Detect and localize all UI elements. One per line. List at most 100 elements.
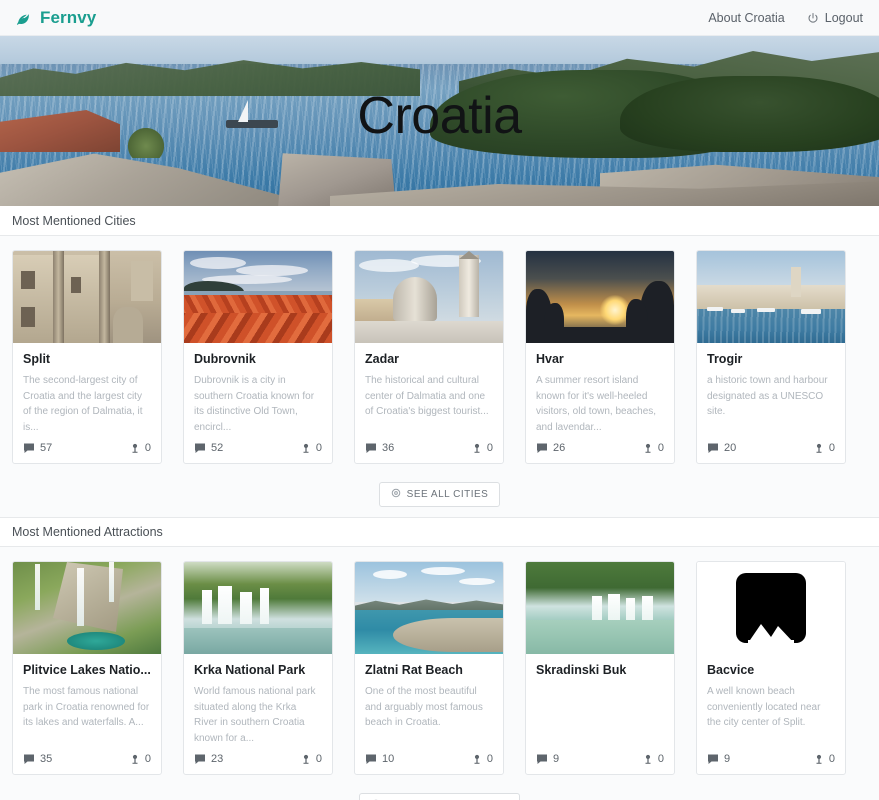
pin-count: 0: [814, 442, 835, 454]
comment-count: 52: [194, 442, 223, 454]
card-image-dubrovnik: [184, 251, 332, 343]
comment-count: 57: [23, 442, 52, 454]
card-description: The second-largest city of Croatia and t…: [23, 373, 151, 435]
target-icon: [391, 488, 401, 501]
pin-count: 0: [472, 442, 493, 454]
brand-name: Fernvy: [40, 8, 96, 28]
card-footer: 57 0: [13, 435, 161, 463]
nav-link-logout[interactable]: Logout: [807, 11, 863, 25]
card-title: Krka National Park: [194, 663, 322, 677]
pin-count-value: 0: [316, 442, 322, 454]
pin-count: 0: [301, 442, 322, 454]
section-heading-label: Most Mentioned Attractions: [12, 525, 163, 539]
comment-icon: [365, 753, 377, 765]
section-heading-attractions: Most Mentioned Attractions: [0, 517, 879, 547]
pin-count-value: 0: [145, 442, 151, 454]
card-zadar[interactable]: Zadar The historical and cultural center…: [354, 250, 504, 464]
card-footer: 9 0: [526, 746, 674, 774]
card-description: One of the most beautiful and arguably m…: [365, 684, 493, 731]
nav-link-about-croatia[interactable]: About Croatia: [708, 11, 784, 25]
comment-count-value: 23: [211, 753, 223, 765]
comment-count-value: 9: [724, 753, 730, 765]
see-all-attractions-bar: SEE ALL ATTRACTIONS: [0, 785, 879, 800]
nav-link-label: About Croatia: [708, 11, 784, 25]
map-pin-icon: [301, 753, 311, 765]
cities-cards-wrap: Split The second-largest city of Croatia…: [0, 236, 879, 474]
card-title: Zadar: [365, 352, 493, 366]
pin-count: 0: [130, 753, 151, 765]
pin-count-value: 0: [829, 753, 835, 765]
card-zlatni-rat-beach[interactable]: Zlatni Rat Beach One of the most beautif…: [354, 561, 504, 775]
comment-count: 35: [23, 753, 52, 765]
brand-logo[interactable]: Fernvy: [16, 8, 96, 28]
card-split[interactable]: Split The second-largest city of Croatia…: [12, 250, 162, 464]
card-image-hvar: [526, 251, 674, 343]
card-hvar[interactable]: Hvar A summer resort island known for it…: [525, 250, 675, 464]
card-description: World famous national park situated alon…: [194, 684, 322, 746]
section-heading-label: Most Mentioned Cities: [12, 214, 136, 228]
card-description: The most famous national park in Croatia…: [23, 684, 151, 731]
nav-link-label: Logout: [825, 11, 863, 25]
comment-count-value: 26: [553, 442, 565, 454]
card-title: Plitvice Lakes Natio...: [23, 663, 151, 677]
pin-count: 0: [643, 753, 664, 765]
pin-count: 0: [301, 753, 322, 765]
card-title: Bacvice: [707, 663, 835, 677]
comment-count: 9: [707, 753, 730, 765]
card-footer: 20 0: [697, 435, 845, 463]
card-title: Split: [23, 352, 151, 366]
hero-title: Croatia: [0, 86, 879, 146]
card-skradinski-buk[interactable]: Skradinski Buk 9 0: [525, 561, 675, 775]
card-description: A well known beach conveniently located …: [707, 684, 835, 731]
card-plitvice-lakes[interactable]: Plitvice Lakes Natio... The most famous …: [12, 561, 162, 775]
card-description: a historic town and harbour designated a…: [707, 373, 835, 420]
comment-count-value: 9: [553, 753, 559, 765]
card-title: Hvar: [536, 352, 664, 366]
pin-count-value: 0: [145, 753, 151, 765]
map-pin-icon: [130, 442, 140, 454]
card-image-plitvice: [13, 562, 161, 654]
card-image-zadar: [355, 251, 503, 343]
card-krka-national-park[interactable]: Krka National Park World famous national…: [183, 561, 333, 775]
card-footer: 52 0: [184, 435, 332, 463]
comment-count-value: 35: [40, 753, 52, 765]
card-image-trogir: [697, 251, 845, 343]
card-footer: 9 0: [697, 746, 845, 774]
attractions-cards-wrap: Plitvice Lakes Natio... The most famous …: [0, 547, 879, 785]
pin-count-value: 0: [316, 753, 322, 765]
card-footer: 35 0: [13, 746, 161, 774]
see-all-attractions-button[interactable]: SEE ALL ATTRACTIONS: [359, 793, 520, 800]
card-title: Trogir: [707, 352, 835, 366]
see-all-cities-button[interactable]: SEE ALL CITIES: [379, 482, 501, 507]
see-all-cities-label: SEE ALL CITIES: [407, 489, 489, 500]
comment-icon: [23, 442, 35, 454]
card-image-bacvice: [697, 562, 845, 654]
hero-banner: Croatia: [0, 36, 879, 206]
card-dubrovnik[interactable]: Dubrovnik Dubrovnik is a city in souther…: [183, 250, 333, 464]
card-title: Dubrovnik: [194, 352, 322, 366]
pin-count-value: 0: [829, 442, 835, 454]
image-placeholder-icon: [697, 562, 845, 654]
card-trogir[interactable]: Trogir a historic town and harbour desig…: [696, 250, 846, 464]
map-pin-icon: [301, 442, 311, 454]
card-image-krka: [184, 562, 332, 654]
comment-count: 20: [707, 442, 736, 454]
leaf-icon: [16, 9, 33, 26]
see-all-cities-bar: SEE ALL CITIES: [0, 474, 879, 517]
map-pin-icon: [130, 753, 140, 765]
card-bacvice[interactable]: Bacvice A well known beach conveniently …: [696, 561, 846, 775]
card-image-zlatni-rat: [355, 562, 503, 654]
map-pin-icon: [472, 753, 482, 765]
comment-count: 23: [194, 753, 223, 765]
comment-count-value: 57: [40, 442, 52, 454]
pin-count-value: 0: [658, 442, 664, 454]
pin-count: 0: [643, 442, 664, 454]
comment-count-value: 20: [724, 442, 736, 454]
card-description: A summer resort island known for it's we…: [536, 373, 664, 435]
comment-count: 10: [365, 753, 394, 765]
navbar: Fernvy About Croatia Logout: [0, 0, 879, 36]
map-pin-icon: [643, 442, 653, 454]
comment-count: 26: [536, 442, 565, 454]
power-icon: [807, 12, 819, 24]
map-pin-icon: [643, 753, 653, 765]
